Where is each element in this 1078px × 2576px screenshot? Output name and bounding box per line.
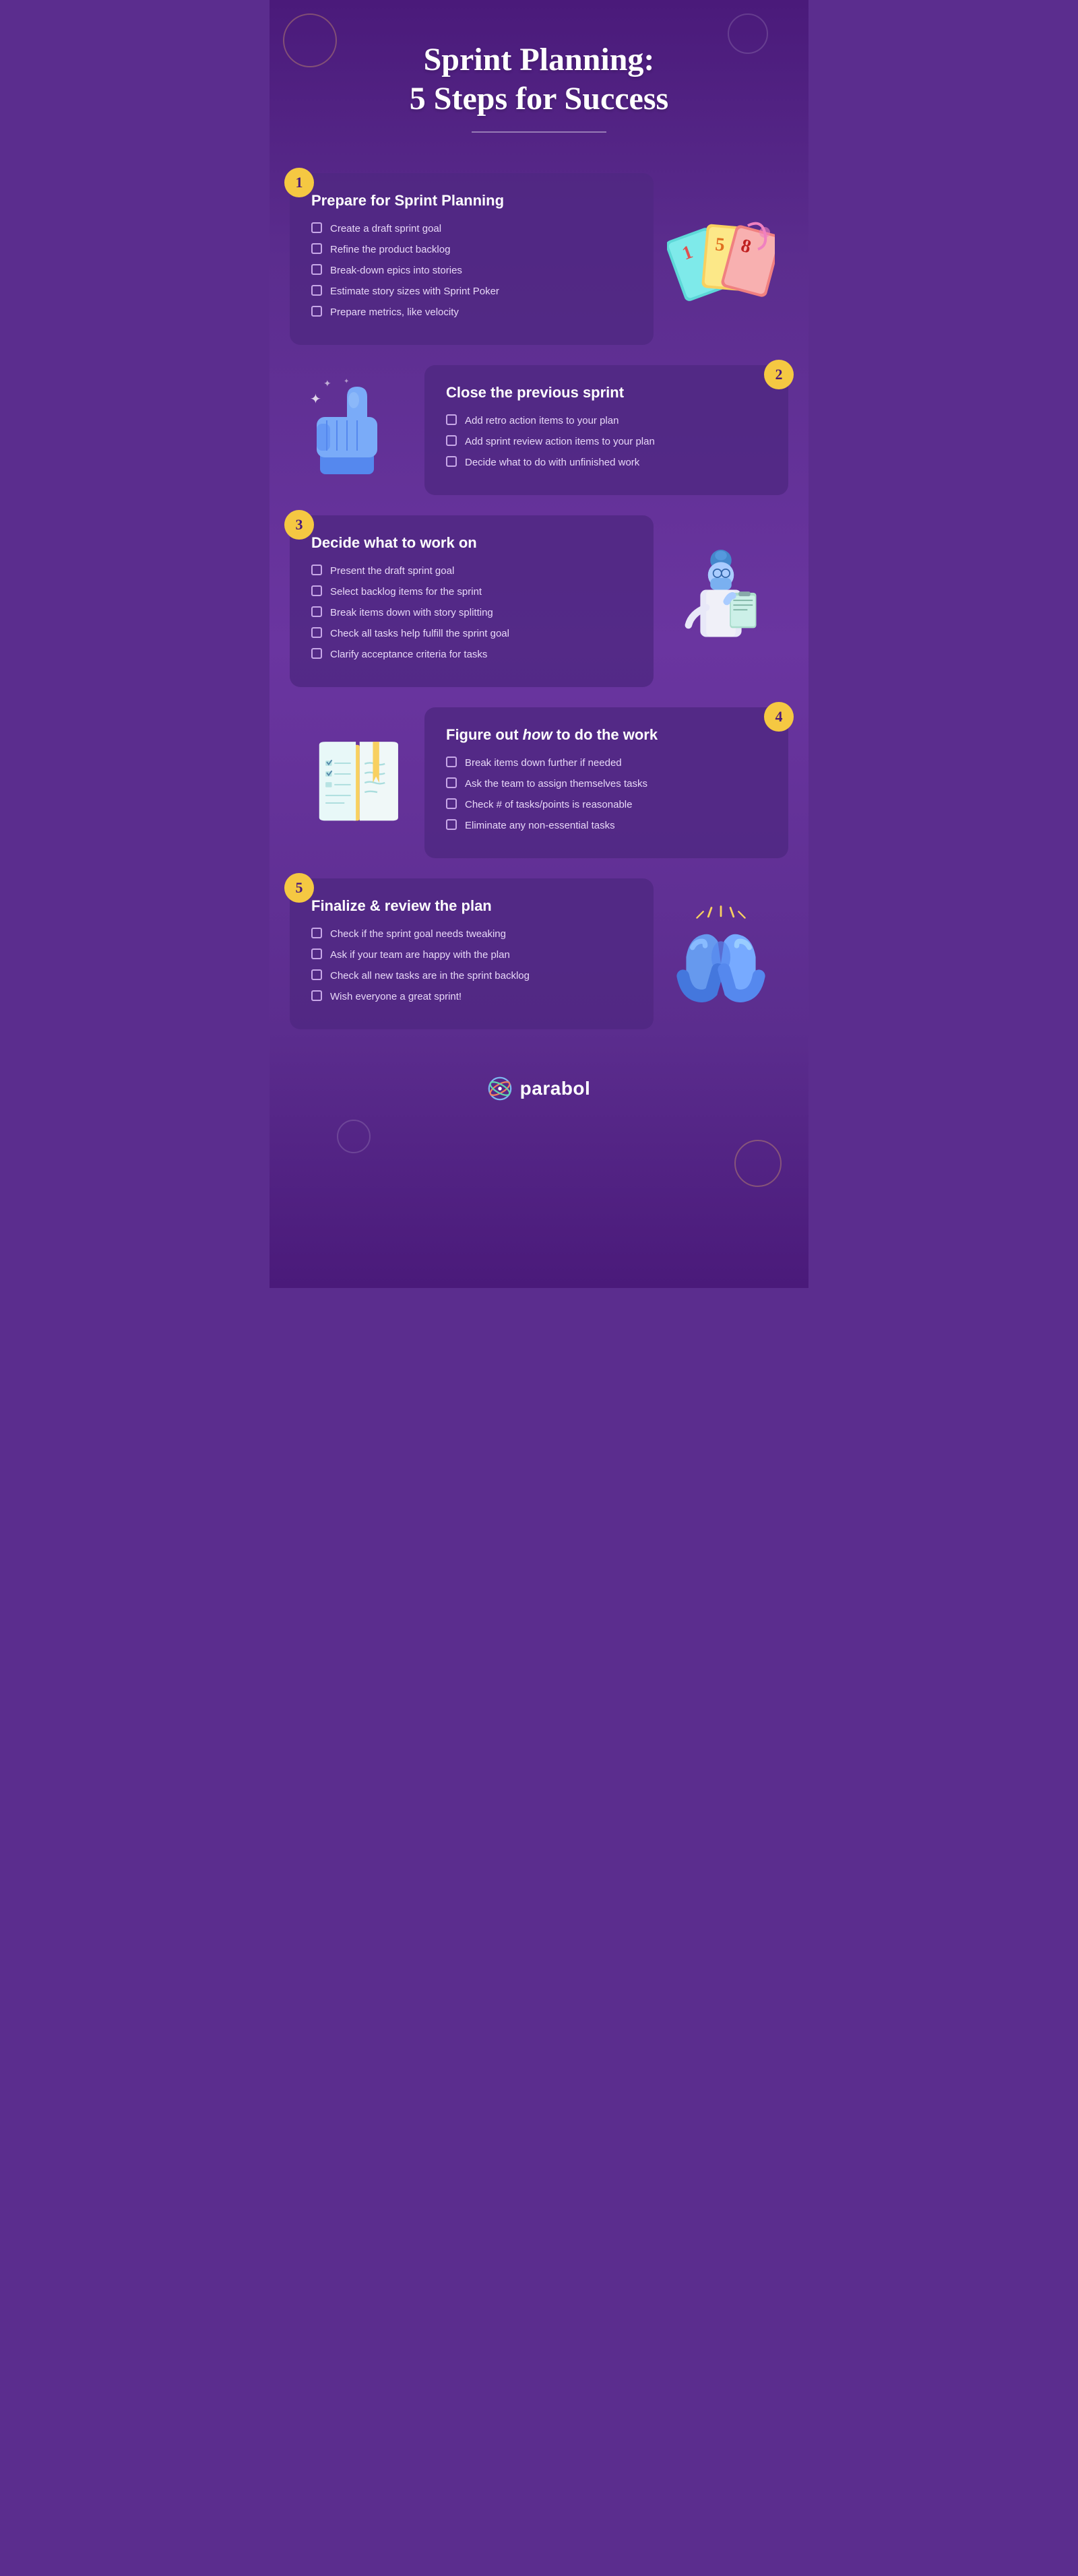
list-item: Add retro action items to your plan (446, 414, 767, 428)
thumbsup-icon: ✦ ✦ ✦ (303, 377, 411, 484)
logo-text: parabol (520, 1078, 591, 1099)
list-item: Clarify acceptance criteria for tasks (311, 647, 632, 662)
step-3-card: 3 Decide what to work on Present the dra… (290, 515, 654, 687)
step-5-card: 5 Finalize & review the plan Check if th… (290, 878, 654, 1029)
person-icon (674, 541, 768, 662)
svg-text:5: 5 (714, 234, 726, 255)
step-5-badge: 5 (284, 873, 314, 903)
step-4-title: Figure out how to do the work (446, 726, 767, 744)
list-item: Wish everyone a great sprint! (311, 990, 632, 1004)
checkbox[interactable] (311, 565, 322, 575)
cards-icon: 1 1 5 8 (667, 212, 775, 307)
checkbox[interactable] (446, 456, 457, 467)
checkbox[interactable] (446, 756, 457, 767)
checkbox[interactable] (311, 990, 322, 1001)
step-1-container: 1 Prepare for Sprint Planning Create a d… (290, 173, 788, 345)
step-5-illustration (654, 893, 788, 1015)
step-1-title: Prepare for Sprint Planning (311, 192, 632, 210)
list-item: Check all tasks help fulfill the sprint … (311, 626, 632, 641)
parabol-logo-icon (488, 1076, 512, 1101)
checkbox[interactable] (446, 798, 457, 809)
checkbox[interactable] (311, 969, 322, 980)
step-4-container: 4 Figure out how to do the work Break it… (290, 707, 788, 858)
checkbox[interactable] (311, 264, 322, 275)
step-1-badge: 1 (284, 168, 314, 197)
clapping-icon (670, 900, 771, 1008)
checkbox[interactable] (311, 948, 322, 959)
list-item: Create a draft sprint goal (311, 222, 632, 236)
notebook-icon (307, 732, 408, 833)
step-3-container: 3 Decide what to work on Present the dra… (290, 515, 788, 687)
checkbox[interactable] (446, 819, 457, 830)
checkbox[interactable] (311, 306, 322, 317)
list-item: Break items down further if needed (446, 756, 767, 770)
list-item: Check if the sprint goal needs tweaking (311, 927, 632, 941)
step-4-card: 4 Figure out how to do the work Break it… (424, 707, 788, 858)
step-2-illustration: ✦ ✦ ✦ (290, 370, 424, 491)
list-item: Estimate story sizes with Sprint Poker (311, 284, 632, 298)
list-item: Ask if your team are happy with the plan (311, 948, 632, 962)
list-item: Eliminate any non-essential tasks (446, 818, 767, 833)
step-2-container: 2 Close the previous sprint Add retro ac… (290, 365, 788, 495)
list-item: Check # of tasks/points is reasonable (446, 798, 767, 812)
step-1-card: 1 Prepare for Sprint Planning Create a d… (290, 173, 654, 345)
step-3-illustration (654, 534, 788, 669)
step-2-title: Close the previous sprint (446, 384, 767, 401)
page-title: Sprint Planning: 5 Steps for Success (290, 40, 788, 118)
step-5-title: Finalize & review the plan (311, 897, 632, 915)
step-2-checklist: Add retro action items to your plan Add … (446, 414, 767, 470)
checkbox[interactable] (311, 627, 322, 638)
svg-text:✦: ✦ (323, 379, 331, 389)
checkbox[interactable] (446, 435, 457, 446)
step-1-checklist: Create a draft sprint goal Refine the pr… (311, 222, 632, 319)
list-item: Break items down with story splitting (311, 606, 632, 620)
deco-circle-3 (337, 1120, 371, 1153)
step-3-badge: 3 (284, 510, 314, 540)
checkbox[interactable] (446, 414, 457, 425)
step-2-card: 2 Close the previous sprint Add retro ac… (424, 365, 788, 495)
list-item: Present the draft sprint goal (311, 564, 632, 578)
header-divider (472, 131, 606, 133)
checkbox[interactable] (311, 285, 322, 296)
list-item: Break-down epics into stories (311, 263, 632, 278)
deco-circle-4 (734, 1140, 782, 1187)
step-4-badge: 4 (764, 702, 794, 732)
checkbox[interactable] (311, 222, 322, 233)
svg-text:✦: ✦ (344, 378, 349, 385)
list-item: Check all new tasks are in the sprint ba… (311, 969, 632, 983)
checkbox[interactable] (311, 585, 322, 596)
step-5-container: 5 Finalize & review the plan Check if th… (290, 878, 788, 1029)
checkbox[interactable] (446, 777, 457, 788)
step-1-illustration: 1 1 5 8 (654, 205, 788, 313)
step-4-checklist: Break items down further if needed Ask t… (446, 756, 767, 833)
list-item: Ask the team to assign themselves tasks (446, 777, 767, 791)
list-item: Decide what to do with unfinished work (446, 455, 767, 470)
page-wrapper: Sprint Planning: 5 Steps for Success 1 P… (270, 0, 808, 1288)
list-item: Add sprint review action items to your p… (446, 434, 767, 449)
checkbox[interactable] (311, 243, 322, 254)
checkbox[interactable] (311, 648, 322, 659)
step-3-title: Decide what to work on (311, 534, 632, 552)
list-item: Refine the product backlog (311, 243, 632, 257)
list-item: Select backlog items for the sprint (311, 585, 632, 599)
logo-section: parabol (290, 1050, 788, 1114)
svg-text:✦: ✦ (310, 392, 321, 407)
checkbox[interactable] (311, 928, 322, 938)
list-item: Prepare metrics, like velocity (311, 305, 632, 319)
step-5-checklist: Check if the sprint goal needs tweaking … (311, 927, 632, 1004)
step-4-illustration (290, 726, 424, 840)
header-section: Sprint Planning: 5 Steps for Success (290, 27, 788, 153)
step-2-badge: 2 (764, 360, 794, 389)
checkbox[interactable] (311, 606, 322, 617)
step-3-checklist: Present the draft sprint goal Select bac… (311, 564, 632, 662)
